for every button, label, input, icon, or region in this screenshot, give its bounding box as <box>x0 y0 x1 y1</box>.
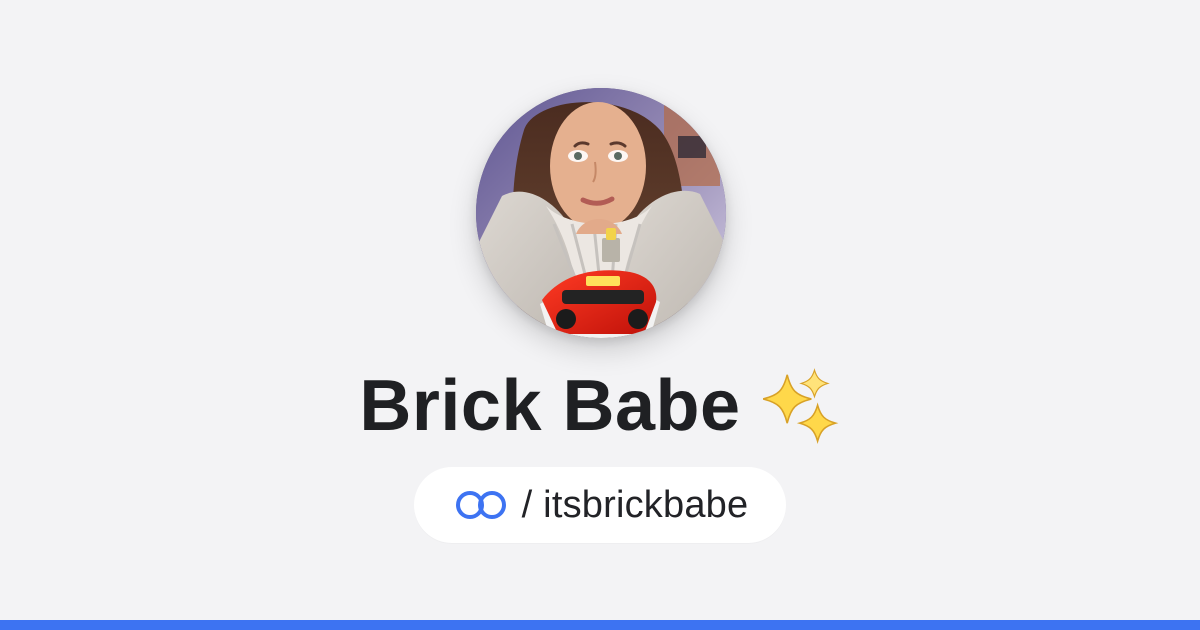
handle-pill[interactable]: / itsbrickbabe <box>414 467 786 543</box>
profile-handle: / itsbrickbabe <box>522 486 749 524</box>
handle-prefix: / <box>521 484 544 526</box>
accent-bottom-bar <box>0 620 1200 630</box>
linked-rings-icon <box>455 491 506 519</box>
share-card: Brick Babe / itsbrickbabe <box>0 0 1200 630</box>
profile-title-row: Brick Babe <box>0 356 1200 456</box>
profile-avatar[interactable] <box>476 88 726 338</box>
sparkles-icon <box>762 368 838 444</box>
profile-name: Brick Babe <box>359 366 741 446</box>
handle-text: itsbrickbabe <box>543 484 749 526</box>
avatar-illustration <box>476 88 726 338</box>
